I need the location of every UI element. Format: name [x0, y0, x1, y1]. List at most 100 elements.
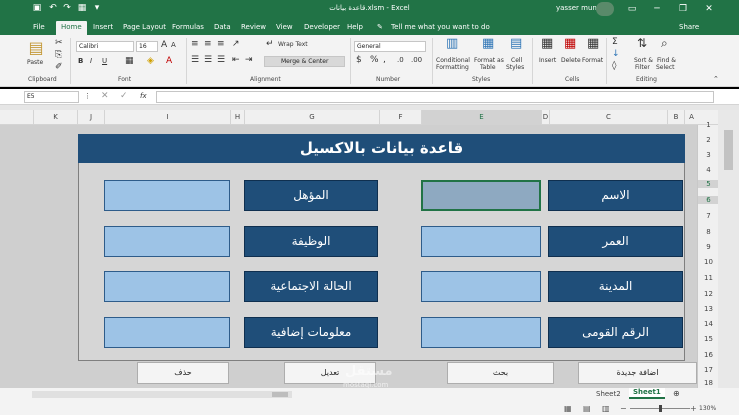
conditional-formatting-label-2[interactable]: Formatting	[436, 64, 469, 71]
align-right-icon[interactable]: ☰	[217, 55, 225, 66]
sheet-tab-sheet2[interactable]: Sheet2	[596, 390, 621, 398]
delete-button[interactable]: حذف	[137, 362, 229, 384]
row-header[interactable]: 5	[698, 180, 719, 188]
conditional-formatting-icon[interactable]: ▥	[446, 37, 458, 50]
copy-icon[interactable]: ⎘	[55, 50, 62, 61]
align-bottom-icon[interactable]: ≡	[217, 39, 225, 50]
format-as-table-icon[interactable]: ▦	[482, 37, 494, 50]
tab-home[interactable]: Home	[56, 21, 87, 35]
sort-filter-label-1[interactable]: Sort &	[634, 57, 653, 64]
zoom-slider[interactable]	[630, 405, 690, 412]
row-header[interactable]: 13	[698, 305, 719, 313]
sort-filter-label-2[interactable]: Filter	[635, 64, 650, 71]
delete-cells-button[interactable]: Delete	[561, 57, 581, 64]
tab-data[interactable]: Data	[214, 21, 231, 35]
ribbon-options-icon[interactable]: ▭	[625, 2, 639, 16]
orientation-icon[interactable]: ↗	[232, 39, 240, 50]
column-header[interactable]: G	[244, 110, 379, 125]
tab-page-layout[interactable]: Page Layout	[123, 21, 166, 35]
collapse-ribbon-icon[interactable]: ⌃	[713, 74, 719, 85]
tab-insert[interactable]: Insert	[93, 21, 113, 35]
borders-icon[interactable]: ▦	[125, 56, 134, 67]
minimize-icon[interactable]: ─	[650, 2, 664, 16]
column-header[interactable]: E	[421, 110, 541, 125]
normal-view-icon[interactable]: ▦	[564, 404, 572, 413]
font-name-select[interactable]: Calibri	[76, 41, 134, 52]
tab-file[interactable]: File	[33, 21, 45, 35]
clear-icon[interactable]: ◊	[612, 61, 616, 72]
cancel-icon[interactable]: ✕	[101, 91, 109, 102]
number-format-select[interactable]: General	[354, 41, 426, 52]
increase-decimal-icon[interactable]: .0	[397, 55, 404, 66]
delete-cells-icon[interactable]: ▦	[564, 37, 576, 50]
tab-developer[interactable]: Developer	[304, 21, 340, 35]
cell-styles-icon[interactable]: ▤	[510, 37, 522, 50]
cell-styles-label-2[interactable]: Styles	[506, 64, 524, 71]
formula-options-icon[interactable]: ⋮	[84, 91, 91, 102]
column-header[interactable]: D	[541, 110, 549, 125]
cut-icon[interactable]: ✂	[55, 38, 63, 49]
find-select-label-2[interactable]: Select	[656, 64, 675, 71]
decrease-indent-icon[interactable]: ⇤	[232, 55, 240, 66]
decrease-decimal-icon[interactable]: .00	[411, 55, 422, 66]
column-header[interactable]: C	[549, 110, 667, 125]
row-header[interactable]: 17	[698, 366, 719, 374]
horizontal-scrollbar[interactable]	[32, 391, 292, 398]
conditional-formatting-label-1[interactable]: Conditional	[436, 57, 470, 64]
input-additional-info[interactable]	[104, 317, 230, 348]
find-select-label-1[interactable]: Find &	[657, 57, 676, 64]
underline-button[interactable]: U	[102, 56, 107, 67]
page-layout-view-icon[interactable]: ▤	[583, 404, 591, 413]
row-header[interactable]: 11	[698, 274, 719, 282]
row-header[interactable]: 6	[698, 196, 719, 204]
add-sheet-icon[interactable]: ⊕	[673, 389, 680, 398]
wrap-text-button[interactable]: Wrap Text	[278, 41, 308, 48]
page-break-view-icon[interactable]: ▥	[602, 404, 610, 413]
row-header[interactable]: 14	[698, 320, 719, 328]
sheet-tab-sheet1[interactable]: Sheet1	[629, 388, 665, 399]
row-header[interactable]: 18	[698, 379, 719, 387]
row-header[interactable]: 12	[698, 290, 719, 298]
row-header[interactable]: 2	[698, 136, 719, 144]
column-header[interactable]: H	[230, 110, 244, 125]
formula-input[interactable]	[156, 91, 714, 103]
zoom-level[interactable]: 130%	[699, 405, 716, 412]
row-header[interactable]: 3	[698, 151, 719, 159]
insert-cells-icon[interactable]: ▦	[541, 37, 553, 50]
row-header[interactable]: 10	[698, 258, 719, 266]
input-name[interactable]	[421, 180, 541, 211]
search-button[interactable]: بحث	[447, 362, 554, 384]
column-header[interactable]: B	[667, 110, 684, 125]
row-header[interactable]: 8	[698, 228, 719, 236]
paste-icon[interactable]: ▤	[26, 39, 46, 57]
tab-help[interactable]: Help	[347, 21, 363, 35]
column-header[interactable]: I	[104, 110, 230, 125]
zoom-out-icon[interactable]: −	[620, 404, 627, 413]
font-color-icon[interactable]: A	[166, 56, 172, 67]
autosum-icon[interactable]: Σ	[612, 37, 618, 48]
decrease-font-icon[interactable]: A	[171, 40, 176, 51]
input-qualification[interactable]	[104, 180, 230, 211]
input-job[interactable]	[104, 226, 230, 257]
format-cells-icon[interactable]: ▦	[587, 37, 599, 50]
enter-icon[interactable]: ✓	[120, 91, 128, 102]
close-icon[interactable]: ✕	[702, 2, 716, 16]
sort-filter-icon[interactable]: ⇅	[637, 37, 647, 49]
row-header[interactable]: 7	[698, 212, 719, 220]
tell-me-input[interactable]: Tell me what you want to do	[391, 21, 490, 35]
insert-cells-button[interactable]: Insert	[539, 57, 556, 64]
column-header[interactable]: J	[77, 110, 104, 125]
restore-icon[interactable]: ❐	[676, 2, 690, 16]
comma-button[interactable]: ,	[383, 55, 386, 66]
format-cells-button[interactable]: Format	[582, 57, 603, 64]
tab-formulas[interactable]: Formulas	[172, 21, 204, 35]
align-middle-icon[interactable]: ≡	[204, 39, 212, 50]
format-painter-icon[interactable]: ✐	[55, 62, 63, 73]
percent-button[interactable]: %	[370, 55, 379, 66]
fill-color-icon[interactable]: ◈	[147, 56, 154, 67]
format-as-table-label-1[interactable]: Format as	[474, 57, 504, 64]
fill-icon[interactable]: ↓	[612, 49, 620, 60]
font-size-select[interactable]: 16	[136, 41, 158, 52]
vertical-scrollbar[interactable]	[718, 110, 739, 388]
column-header[interactable]: F	[379, 110, 421, 125]
